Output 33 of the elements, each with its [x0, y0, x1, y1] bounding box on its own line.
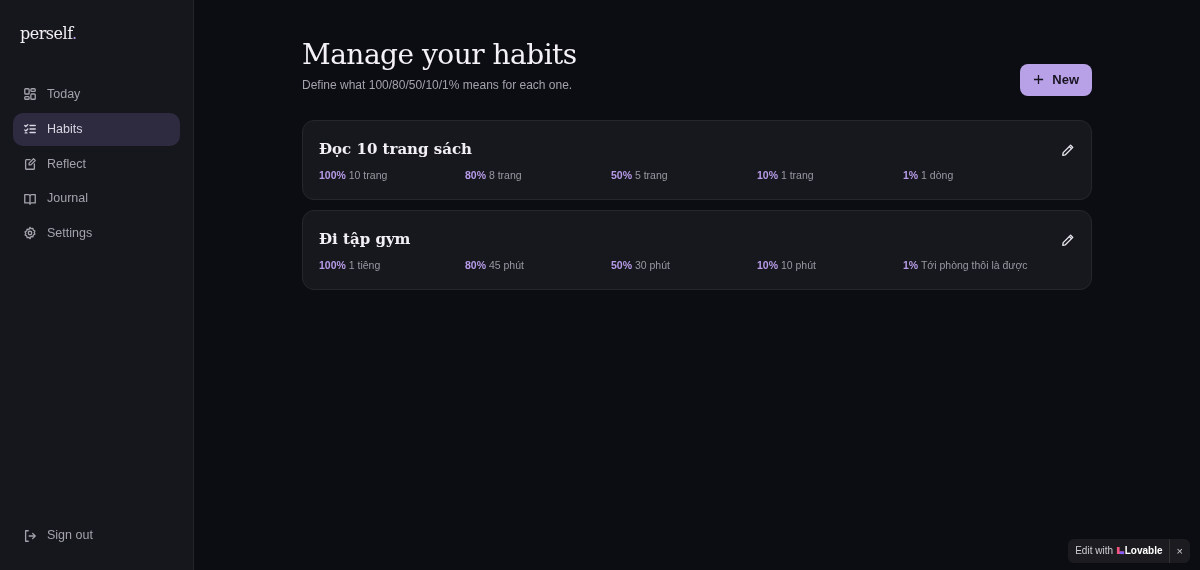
sidebar-item[interactable]: Reflect	[13, 147, 180, 181]
level-target: 1% 1 dòng	[903, 168, 955, 183]
pencil-icon	[1061, 232, 1075, 247]
page-subtitle: Define what 100/80/50/10/1% means for each one.	[302, 76, 574, 94]
note-icon	[23, 156, 37, 171]
level-target: 10% 10 phút	[757, 258, 817, 274]
level-target: 1% Tới phòng thôi là được	[903, 258, 1029, 274]
level-target: 50% 5 trang	[611, 168, 669, 183]
sidebar-item[interactable]: Settings	[13, 217, 180, 250]
app-logo[interactable]: perself.	[0, 0, 193, 76]
level-target: 100% 1 tiêng	[319, 258, 382, 274]
new-habit-button[interactable]: New	[1020, 64, 1092, 96]
level-target: 80% 45 phút	[465, 258, 525, 274]
sign-out-icon	[23, 528, 37, 543]
edit-with-badge[interactable]: Edit with Lovable ×	[1068, 538, 1190, 563]
close-button[interactable]: ×	[1168, 538, 1190, 563]
sidebar-item[interactable]: Today	[13, 78, 180, 111]
sign-out-link[interactable]: Sign out	[13, 519, 180, 552]
pencil-icon	[1061, 142, 1075, 157]
level-target: 50% 30 phút	[611, 258, 671, 274]
gear-icon	[23, 226, 37, 241]
habit-name: Đọc 10 trang sách	[319, 138, 472, 160]
level-target: 100% 10 trang	[319, 168, 389, 183]
sidebar-item[interactable]: Habits	[13, 112, 180, 146]
habit-name: Đi tập gym	[319, 228, 411, 250]
sidebar-item[interactable]: Journal	[13, 182, 180, 215]
page-title: Manage your habits	[302, 38, 577, 72]
book-icon	[23, 191, 37, 206]
grid-icon	[23, 87, 37, 102]
plus-icon	[1033, 74, 1045, 86]
checklist-icon	[23, 122, 37, 137]
level-target: 10% 1 trang	[757, 168, 815, 183]
level-target: 80% 8 trang	[465, 168, 523, 183]
